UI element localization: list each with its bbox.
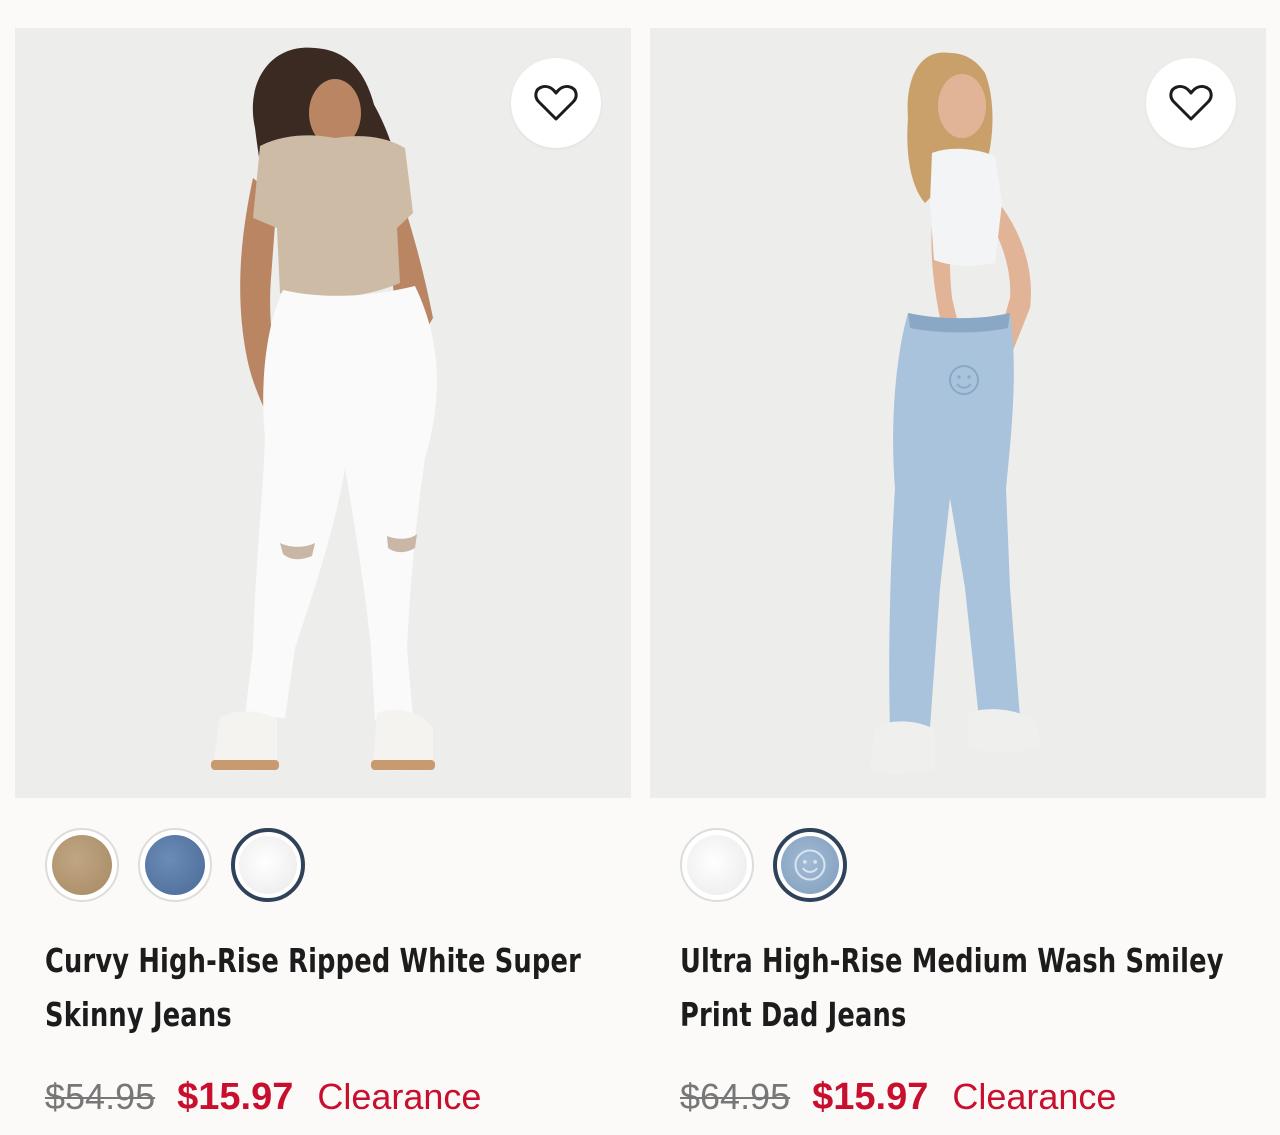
swatch-medium-blue[interactable] xyxy=(138,828,212,902)
swatch-fill xyxy=(687,835,747,895)
sale-price: $15.97 xyxy=(177,1076,294,1118)
smiley-icon xyxy=(794,849,826,881)
heart-outline-icon xyxy=(534,85,578,121)
product-card[interactable]: Curvy High-Rise Ripped White Super Skinn… xyxy=(15,28,631,1135)
swatch-white[interactable] xyxy=(680,828,754,902)
swatch-white[interactable] xyxy=(231,828,305,902)
swatch-fill xyxy=(145,835,205,895)
original-price: $64.95 xyxy=(680,1076,791,1117)
heart-outline-icon xyxy=(1169,85,1213,121)
swatch-fill xyxy=(52,835,112,895)
original-price: $54.95 xyxy=(45,1076,156,1117)
swatch-light-blue-smiley[interactable] xyxy=(773,828,847,902)
clearance-badge: Clearance xyxy=(317,1076,482,1117)
color-swatches xyxy=(680,828,847,902)
product-image[interactable] xyxy=(15,28,631,798)
color-swatches xyxy=(45,828,305,902)
product-title[interactable]: Curvy High-Rise Ripped White Super Skinn… xyxy=(45,934,607,1042)
wishlist-button[interactable] xyxy=(1146,58,1236,148)
price-row: $54.95 $15.97 Clearance xyxy=(45,1076,481,1119)
swatch-fill xyxy=(239,836,297,894)
product-image[interactable] xyxy=(650,28,1266,798)
product-title[interactable]: Ultra High-Rise Medium Wash Smiley Print… xyxy=(680,934,1242,1042)
clearance-badge: Clearance xyxy=(952,1076,1117,1117)
swatch-fill xyxy=(781,836,839,894)
product-card[interactable]: Ultra High-Rise Medium Wash Smiley Print… xyxy=(650,28,1266,1135)
wishlist-button[interactable] xyxy=(511,58,601,148)
product-grid: Curvy High-Rise Ripped White Super Skinn… xyxy=(0,0,1280,1135)
swatch-tan[interactable] xyxy=(45,828,119,902)
sale-price: $15.97 xyxy=(812,1076,929,1118)
price-row: $64.95 $15.97 Clearance xyxy=(680,1076,1116,1119)
